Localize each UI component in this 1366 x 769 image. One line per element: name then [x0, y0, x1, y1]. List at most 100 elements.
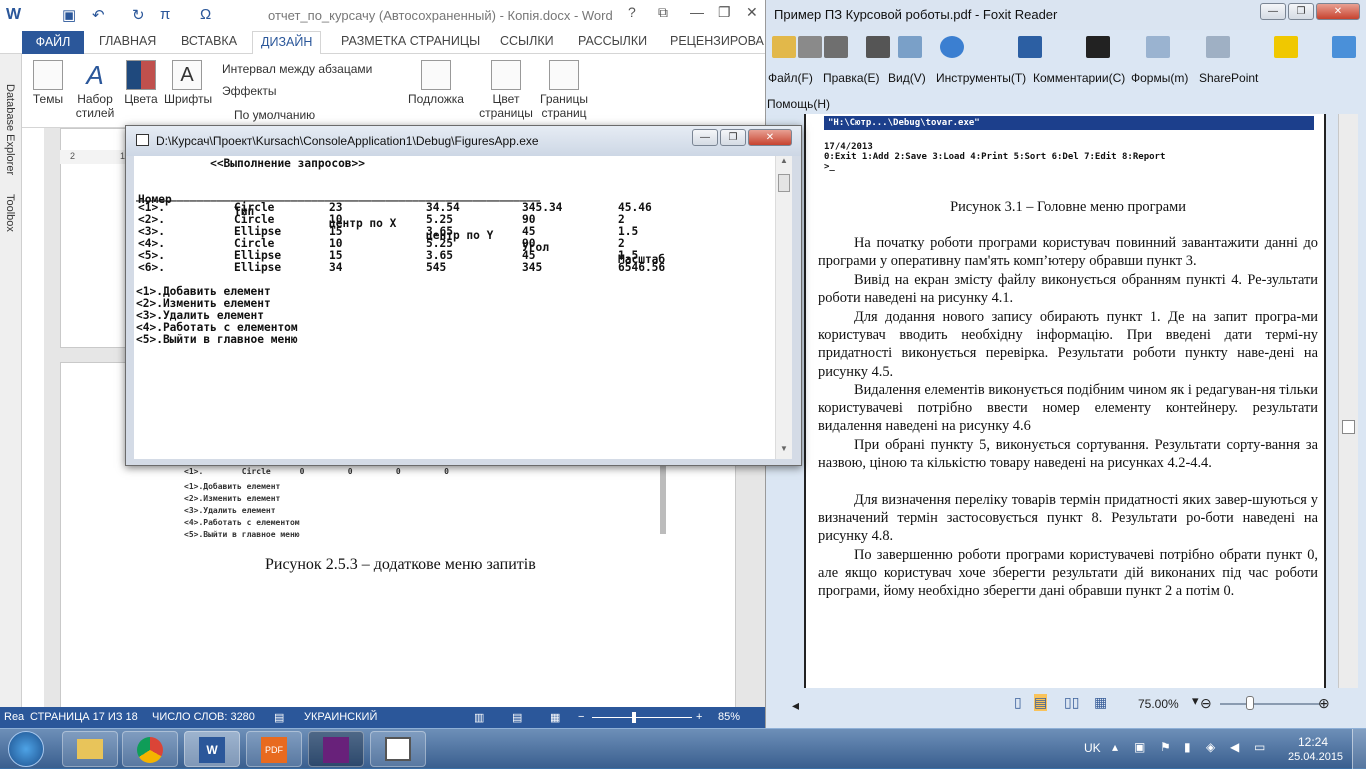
page-color-button[interactable]: Цвет страницы	[476, 60, 536, 120]
close-icon[interactable]: ✕	[746, 4, 758, 21]
foxit-close-icon[interactable]: ✕	[1316, 3, 1360, 20]
fullscreen-icon[interactable]	[1332, 36, 1356, 58]
facing-icon[interactable]: ▯▯	[1064, 694, 1079, 711]
tab-review[interactable]: РЕЦЕНЗИРОВА	[670, 34, 764, 48]
console-title-bar[interactable]: D:\Курсач\Проект\Kursach\ConsoleApplicat…	[126, 126, 801, 156]
network-icon[interactable]: ▮	[1184, 740, 1191, 754]
volume-icon[interactable]: ◀	[1230, 740, 1239, 754]
console-scrollbar[interactable]: ▲ ▼	[775, 156, 792, 459]
paragraph-spacing-button[interactable]: Интервал между абзацами	[222, 62, 372, 76]
tab-layout[interactable]: РАЗМЕТКА СТРАНИЦЫ	[341, 34, 480, 48]
equation-icon[interactable]: π	[160, 6, 170, 23]
ribbon-display-icon[interactable]: ⧉	[658, 4, 668, 21]
clock-time[interactable]: 12:24	[1298, 735, 1328, 749]
battery-icon[interactable]: ▭	[1254, 740, 1265, 754]
maximize-icon[interactable]: ❐	[718, 4, 731, 21]
tab-references[interactable]: ССЫЛКИ	[500, 34, 554, 48]
first-page-icon[interactable]: ◂	[792, 697, 799, 714]
tab-insert[interactable]: ВСТАВКА	[181, 34, 237, 48]
save-icon[interactable]: ▣	[62, 6, 76, 24]
status-word-count[interactable]: ЧИСЛО СЛОВ: 3280	[152, 711, 255, 723]
console-close-icon[interactable]: ✕	[748, 129, 792, 146]
find-icon[interactable]	[1086, 36, 1110, 58]
console-scrollbar-thumb[interactable]	[778, 174, 790, 192]
zoom-slider-thumb[interactable]	[1246, 696, 1254, 710]
word-app-icon[interactable]: W	[6, 6, 21, 24]
start-button[interactable]	[8, 731, 44, 767]
tab-file[interactable]: ФАЙЛ	[22, 31, 84, 54]
redo-icon[interactable]: ↻	[132, 6, 145, 24]
set-default-button[interactable]: По умолчанию	[234, 108, 315, 122]
menu-forms[interactable]: Формы(m)	[1131, 71, 1188, 85]
save-as-icon[interactable]	[824, 36, 848, 58]
console-window[interactable]: D:\Курсач\Проект\Kursach\ConsoleApplicat…	[125, 125, 802, 466]
tab-home[interactable]: ГЛАВНАЯ	[99, 34, 156, 48]
tab-design[interactable]: ДИЗАЙН	[252, 31, 322, 55]
foxit-maximize-icon[interactable]: ❐	[1288, 3, 1314, 20]
print-layout-icon[interactable]: ▤	[512, 711, 522, 724]
console-output[interactable]: <<Выполнение запросов>> Номер Тип центр …	[134, 156, 792, 459]
menu-comments[interactable]: Комментарии(C)	[1033, 71, 1125, 85]
clock-date[interactable]: 25.04.2015	[1288, 751, 1343, 763]
menu-help[interactable]: Помощь(H)	[767, 97, 830, 111]
pdf-page[interactable]: "H:\Сютр...\Debug\tovar.exe" 17/4/2013 0…	[804, 114, 1326, 688]
zoom-in-icon[interactable]: +	[696, 711, 702, 723]
symbol-icon[interactable]: Ω	[200, 6, 211, 23]
taskbar-visual-studio[interactable]	[308, 731, 364, 767]
scan-icon[interactable]	[898, 36, 922, 58]
zoom-out-icon[interactable]: −	[578, 711, 584, 723]
help-icon[interactable]: ?	[628, 4, 636, 20]
zoom-icon[interactable]	[1206, 36, 1230, 58]
zoom-slider-thumb[interactable]	[632, 712, 636, 723]
taskbar-chrome[interactable]	[122, 731, 178, 767]
zoom-in-icon[interactable]: ⊕	[1318, 695, 1330, 712]
web-layout-icon[interactable]: ▦	[550, 711, 560, 724]
watermark-button[interactable]: Подложка	[406, 60, 466, 106]
zoom-level[interactable]: 75.00%	[1138, 697, 1179, 711]
colors-button[interactable]: Цвета	[122, 60, 160, 106]
menu-tools[interactable]: Инструменты(T)	[936, 71, 1026, 85]
toolbox-tab[interactable]: Toolbox	[4, 194, 16, 232]
style-set-button[interactable]: A Набор стилей	[74, 60, 116, 120]
scroll-down-icon[interactable]: ▼	[777, 444, 791, 458]
menu-edit[interactable]: Правка(E)	[823, 71, 880, 85]
undo-icon[interactable]: ↶	[92, 6, 105, 24]
taskbar-explorer[interactable]	[62, 731, 118, 767]
status-language[interactable]: УКРАИНСКИЙ	[304, 711, 377, 723]
zoom-level[interactable]: 85%	[718, 711, 740, 723]
scroll-up-icon[interactable]: ▲	[777, 156, 791, 170]
tray-icon[interactable]: ▣	[1134, 740, 1145, 754]
tab-mailings[interactable]: РАССЫЛКИ	[578, 34, 647, 48]
proofing-icon[interactable]: ▤	[274, 711, 284, 724]
pdf-scrollbar-thumb[interactable]	[1342, 420, 1355, 434]
save-icon[interactable]	[798, 36, 822, 58]
taskbar-word[interactable]: W	[184, 731, 240, 767]
status-page[interactable]: СТРАНИЦА 17 ИЗ 18	[30, 711, 138, 723]
pages-icon[interactable]	[1146, 36, 1170, 58]
zoom-slider[interactable]	[592, 717, 692, 718]
database-explorer-tab[interactable]: Database Explorer	[4, 84, 16, 175]
hand-tool-icon[interactable]	[1018, 36, 1042, 58]
effects-button[interactable]: Эффекты	[222, 84, 277, 98]
console-minimize-icon[interactable]: —	[692, 129, 718, 146]
language-indicator[interactable]: UK	[1084, 741, 1101, 755]
menu-sharepoint[interactable]: SharePoint	[1199, 71, 1258, 85]
show-desktop-button[interactable]	[1352, 729, 1366, 769]
taskbar-console[interactable]	[370, 731, 426, 767]
page-borders-button[interactable]: Границы страниц	[536, 60, 592, 120]
read-mode-icon[interactable]: ▥	[474, 711, 484, 724]
tray-expand-icon[interactable]: ▴	[1112, 740, 1118, 754]
zoom-dropdown-icon[interactable]: ▾	[1192, 693, 1199, 709]
flag-icon[interactable]: ⚑	[1160, 740, 1171, 754]
menu-file[interactable]: Файл(F)	[768, 71, 813, 85]
typewriter-icon[interactable]	[1274, 36, 1298, 58]
continuous-facing-icon[interactable]: ▦	[1094, 694, 1107, 711]
themes-button[interactable]: Темы	[30, 60, 66, 106]
upload-icon[interactable]	[940, 36, 964, 58]
taskbar-foxit[interactable]: PDF	[246, 731, 302, 767]
continuous-icon[interactable]: ▤	[1034, 694, 1048, 711]
console-maximize-icon[interactable]: ❐	[720, 129, 746, 146]
single-page-icon[interactable]: ▯	[1014, 694, 1022, 711]
print-icon[interactable]	[866, 36, 890, 58]
zoom-slider[interactable]	[1220, 703, 1320, 705]
